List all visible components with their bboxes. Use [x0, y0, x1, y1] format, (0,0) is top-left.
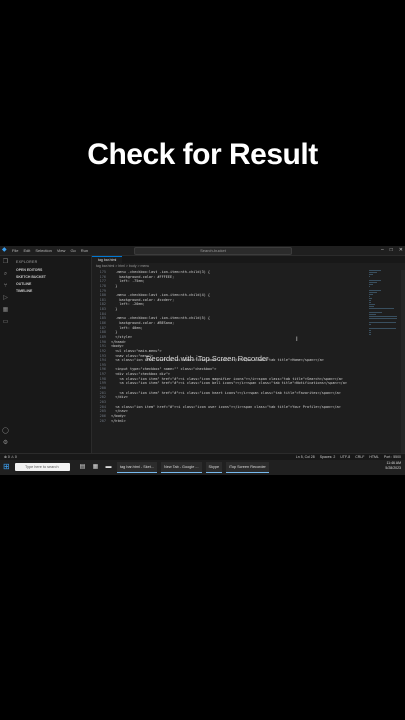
explorer-sidebar: EXPLORER OPEN EDITORS SKETCH BUCKET OUTL…: [11, 256, 92, 453]
windows-taskbar: ⊞ Type here to search ▤ ▦ ▬ tag bar.html…: [0, 460, 405, 475]
minimap-line: [369, 286, 370, 287]
minimap[interactable]: [369, 270, 399, 350]
menu-view[interactable]: View: [57, 248, 66, 253]
minimap-line: [369, 270, 381, 271]
remote-explorer-icon[interactable]: ▭: [0, 316, 11, 328]
code-line[interactable]: 207 </html>: [92, 419, 364, 424]
taskbar-search-input[interactable]: Type here to search: [15, 463, 70, 471]
title-bar: ◆ File Edit Selection View Go Run Search…: [0, 246, 405, 256]
line-text: <a class="ion item" href="#"><i class="i…: [111, 390, 341, 395]
recorder-watermark: Recorded with iTop Screen Recorder: [146, 354, 269, 363]
file-explorer-icon[interactable]: ▬: [104, 462, 113, 472]
minimap-line: [369, 298, 372, 299]
code-line[interactable]: 199 <a class="ion item" href="#"><i clas…: [92, 381, 364, 386]
line-text: }: [111, 283, 118, 288]
minimap-line: [369, 328, 397, 329]
minimap-line: [369, 332, 371, 333]
minimap-line: [369, 306, 374, 307]
menu-bar: File Edit Selection View Go Run: [12, 248, 88, 253]
clock-date: 5/28/2023: [385, 466, 401, 470]
minimap-line: [369, 280, 381, 281]
section-sketch-bucket[interactable]: SKETCH BUCKET: [11, 273, 91, 280]
calendar-icon[interactable]: ▦: [91, 462, 100, 472]
minimap-line: [369, 318, 397, 319]
menu-run[interactable]: Run: [81, 248, 88, 253]
taskbar-item-vscode[interactable]: tag bar.html - Sket...: [117, 462, 157, 473]
extensions-icon[interactable]: ▦: [0, 304, 11, 316]
minimap-line: [369, 284, 373, 285]
run-debug-icon[interactable]: ▷: [0, 292, 11, 304]
line-text: <a class="ion item" href="#"><i class="i…: [111, 404, 341, 409]
headline: Check for Result: [87, 138, 318, 171]
taskbar-item-skype[interactable]: Skype: [205, 462, 223, 473]
account-icon[interactable]: ◯: [0, 425, 11, 437]
gear-icon[interactable]: ⚙: [0, 437, 11, 449]
menu-go[interactable]: Go: [70, 248, 75, 253]
minimap-line: [369, 294, 373, 295]
menu-edit[interactable]: Edit: [23, 248, 30, 253]
line-number: 207: [99, 418, 106, 423]
minimap-line: [369, 276, 370, 277]
maximize-icon[interactable]: □: [390, 247, 393, 253]
vscode-screen: ◆ File Edit Selection View Go Run Search…: [0, 246, 405, 475]
system-tray-clock[interactable]: 11:46 AM 5/28/2023: [385, 461, 401, 471]
vertical-scrollbar[interactable]: [401, 270, 405, 453]
minimap-line: [369, 330, 371, 331]
minimap-line: [369, 324, 371, 325]
minimap-line: [369, 312, 382, 313]
taskbar-item-chrome[interactable]: New Tab - Google ...: [160, 462, 202, 473]
minimap-line: [369, 308, 395, 309]
code-line[interactable]: 201 <a class="ion item" href="#"><i clas…: [92, 391, 364, 396]
explorer-header: EXPLORER: [16, 260, 38, 264]
line-text: <a class="ion item" href="#"><i class="i…: [111, 381, 348, 386]
source-control-icon[interactable]: ⑂: [0, 280, 11, 292]
windows-start-icon[interactable]: ⊞: [3, 463, 11, 471]
minimap-line: [369, 334, 371, 335]
taskbar-item-itop[interactable]: iTop Screen Recorder: [226, 462, 269, 473]
minimap-line: [369, 314, 376, 315]
minimize-icon[interactable]: –: [381, 247, 384, 253]
task-view-icon[interactable]: ▤: [78, 462, 87, 472]
minimap-line: [369, 292, 377, 293]
mouse-cursor-icon: I: [296, 337, 298, 343]
editor-tabs: tag bar.html: [92, 256, 405, 264]
section-timeline[interactable]: TIMELINE: [11, 287, 91, 294]
vscode-logo-icon: ◆: [2, 247, 7, 253]
minimap-line: [369, 302, 371, 303]
minimap-line: [369, 316, 397, 317]
minimap-line: [369, 322, 397, 323]
minimap-line: [369, 272, 377, 273]
section-open-editors[interactable]: OPEN EDITORS: [11, 266, 91, 273]
taskbar-items: ▤ ▦ ▬ tag bar.html - Sket... New Tab - G…: [78, 462, 269, 473]
menu-selection[interactable]: Selection: [35, 248, 51, 253]
minimap-line: [369, 290, 381, 291]
minimap-line: [369, 300, 371, 301]
breadcrumb[interactable]: tag bar.html > html > body > menu: [92, 263, 405, 269]
minimap-line: [369, 274, 373, 275]
minimap-line: [369, 304, 375, 305]
explorer-icon[interactable]: ❐: [0, 256, 11, 268]
minimap-line: [369, 296, 370, 297]
code-line[interactable]: 204 <a class="ion item" href="#"><i clas…: [92, 405, 364, 410]
section-outline[interactable]: OUTLINE: [11, 280, 91, 287]
minimap-line: [369, 282, 377, 283]
command-search-input[interactable]: Search-bucket: [134, 247, 292, 255]
line-text: </div>: [111, 395, 128, 400]
line-text: }: [111, 307, 118, 312]
line-text: </html>: [111, 418, 126, 423]
search-icon[interactable]: ⌕: [0, 268, 11, 280]
close-icon[interactable]: ✕: [399, 247, 403, 253]
activity-bar: ❐ ⌕ ⑂ ▷ ▦ ▭ ◯ ⚙: [0, 256, 11, 453]
window-controls: – □ ✕: [381, 247, 403, 253]
menu-file[interactable]: File: [12, 248, 18, 253]
